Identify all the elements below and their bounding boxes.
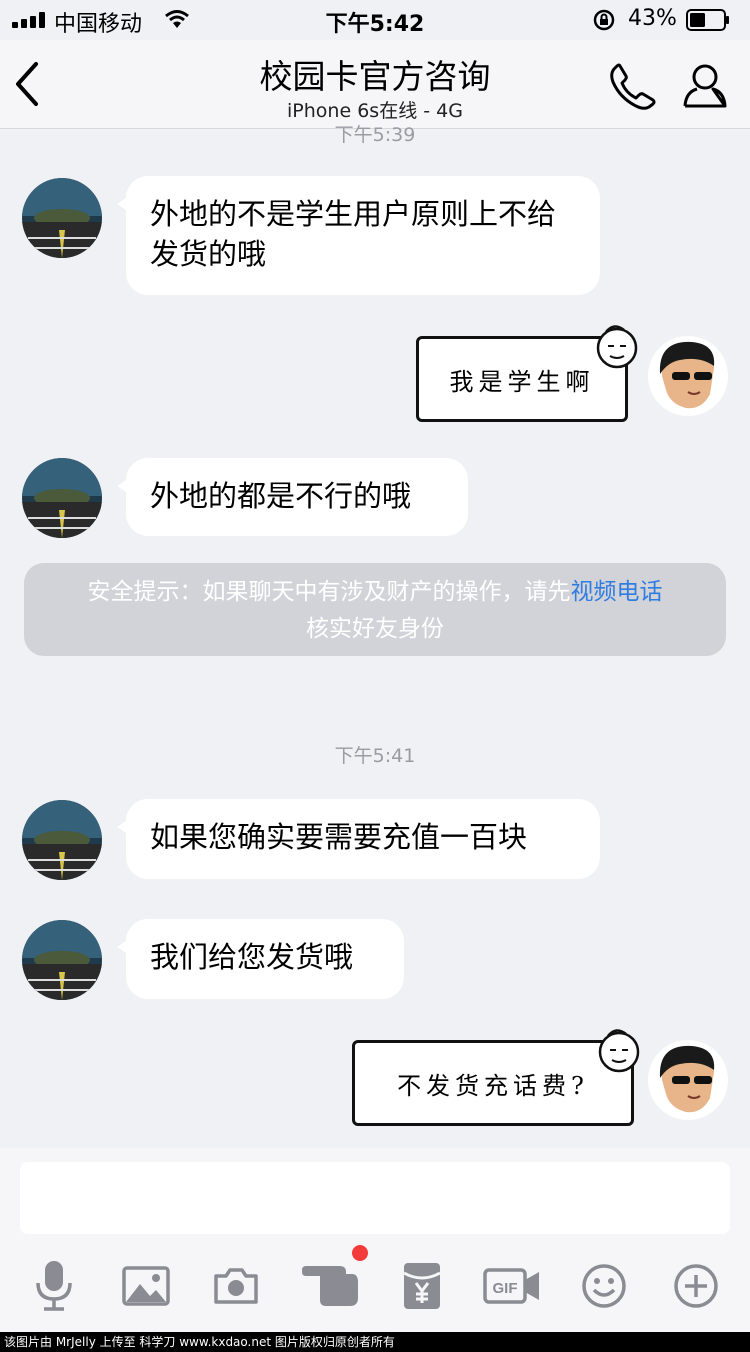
stadium-avatar-icon	[22, 178, 102, 258]
message-text: 如果您确实要需要充值一百块	[150, 820, 528, 854]
message-text: 我们给您发货哦	[150, 940, 354, 974]
timestamp: 下午5:41	[334, 745, 416, 767]
status-bar: 中国移动 下午5:42 43%	[0, 0, 750, 40]
sticker-face-icon	[596, 325, 638, 369]
person-icon[interactable]	[682, 62, 728, 108]
poke-icon[interactable]	[298, 1256, 362, 1316]
message-text: 外地的不是学生用户原则上不给发货的哦	[150, 197, 557, 271]
avatar[interactable]	[648, 336, 728, 416]
phone-icon[interactable]	[608, 62, 658, 110]
stadium-avatar-icon	[22, 458, 102, 538]
timestamp: 下午5:39	[334, 124, 416, 146]
sunglasses-avatar-icon	[648, 1040, 728, 1120]
message-bubble[interactable]: 我们给您发货哦	[117, 919, 404, 999]
avatar[interactable]	[648, 1040, 728, 1120]
notification-dot	[352, 1245, 368, 1261]
message-text: 外地的都是不行的哦	[150, 479, 412, 513]
security-notice: 安全提示：如果聊天中有涉及财产的操作，请先视频电话核实好友身份	[24, 563, 726, 656]
sunglasses-avatar-icon	[648, 336, 728, 416]
sticker-face-icon	[598, 1029, 640, 1073]
message-bubble[interactable]: 外地的都是不行的哦	[117, 458, 468, 536]
sticker-message[interactable]: 我是学生啊	[414, 322, 644, 426]
image-icon[interactable]	[116, 1256, 176, 1316]
battery-icon	[686, 9, 729, 31]
rotation-lock-icon	[593, 9, 615, 31]
avatar[interactable]	[22, 178, 102, 258]
red-packet-icon[interactable]	[392, 1256, 452, 1316]
gif-icon[interactable]: GIF	[482, 1256, 542, 1316]
watermark-footer: 该图片由 MrJelly 上传至 科学刀 www.kxdao.net 图片版权归…	[0, 1332, 750, 1352]
message-input[interactable]	[20, 1162, 730, 1234]
battery-percent: 43%	[628, 6, 677, 31]
stadium-avatar-icon	[22, 920, 102, 1000]
plus-icon[interactable]	[666, 1256, 726, 1316]
input-area: GIF	[0, 1148, 750, 1332]
sticker-text: 不发货充话费?	[352, 1040, 634, 1126]
chat-header: 校园卡官方咨询 iPhone 6s在线 - 4G	[0, 40, 750, 129]
camera-icon[interactable]	[206, 1256, 266, 1316]
notice-text-suffix: 核实好友身份	[306, 616, 444, 642]
microphone-icon[interactable]	[24, 1256, 84, 1316]
sticker-message[interactable]: 不发货充话费?	[350, 1026, 646, 1130]
video-call-link[interactable]: 视频电话	[571, 579, 663, 605]
svg-text:GIF: GIF	[493, 1280, 518, 1297]
avatar[interactable]	[22, 800, 102, 880]
notice-text: 安全提示：如果聊天中有涉及财产的操作，请先	[87, 579, 571, 605]
message-bubble[interactable]: 如果您确实要需要充值一百块	[117, 799, 600, 879]
avatar[interactable]	[22, 920, 102, 1000]
emoji-icon[interactable]	[574, 1256, 634, 1316]
message-bubble[interactable]: 外地的不是学生用户原则上不给发货的哦	[117, 176, 600, 295]
avatar[interactable]	[22, 458, 102, 538]
stadium-avatar-icon	[22, 800, 102, 880]
